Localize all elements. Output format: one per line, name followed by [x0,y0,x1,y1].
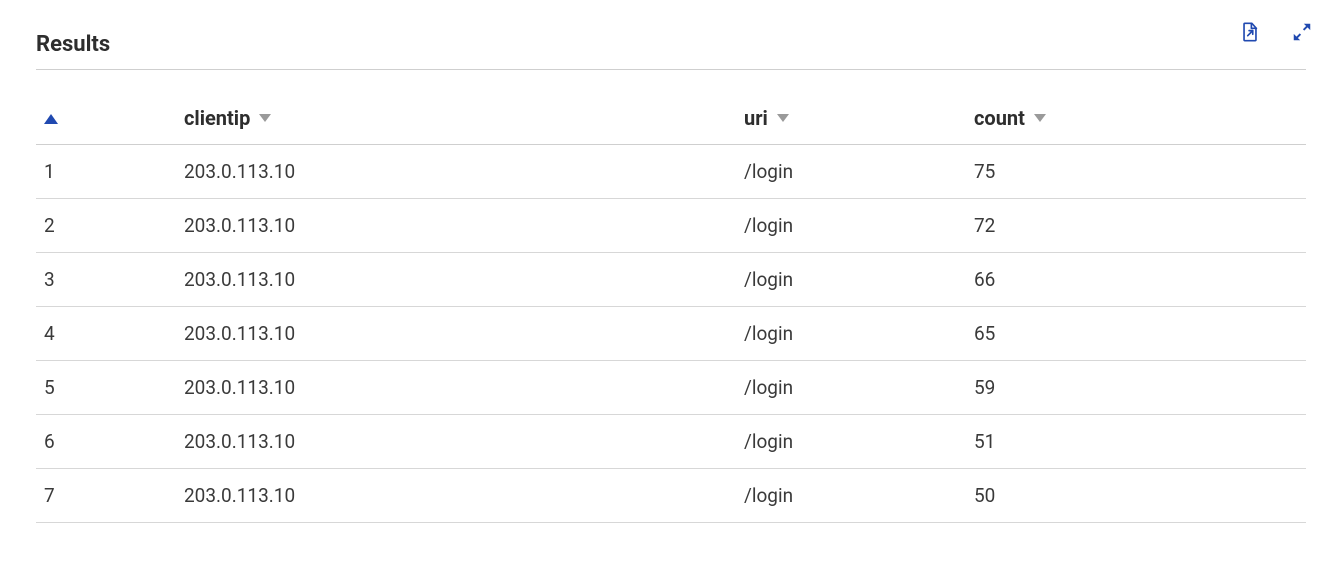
column-header-count[interactable]: count [966,94,1306,144]
column-label: clientip [184,106,250,130]
cell-clientip: 203.0.113.10 [176,360,736,414]
cell-index: 7 [36,468,176,522]
cell-clientip: 203.0.113.10 [176,468,736,522]
cell-index: 4 [36,306,176,360]
column-header-clientip[interactable]: clientip [176,94,736,144]
column-label: uri [744,106,768,130]
table-row[interactable]: 5203.0.113.10/login59 [36,360,1306,414]
cell-uri: /login [736,252,966,306]
cell-count: 72 [966,198,1306,252]
sort-dropdown-icon [259,114,271,122]
cell-clientip: 203.0.113.10 [176,144,736,198]
sort-dropdown-icon [777,114,789,122]
cell-count: 59 [966,360,1306,414]
column-header-index[interactable] [36,94,176,144]
cell-index: 5 [36,360,176,414]
cell-index: 3 [36,252,176,306]
cell-uri: /login [736,144,966,198]
cell-uri: /login [736,468,966,522]
sort-dropdown-icon [1034,114,1046,122]
cell-index: 2 [36,198,176,252]
cell-index: 1 [36,144,176,198]
table-row[interactable]: 1203.0.113.10/login75 [36,144,1306,198]
column-header-uri[interactable]: uri [736,94,966,144]
results-title: Results [36,32,110,57]
cell-uri: /login [736,198,966,252]
export-icon[interactable] [1238,20,1262,44]
column-label: count [974,106,1025,130]
cell-clientip: 203.0.113.10 [176,414,736,468]
expand-icon[interactable] [1290,20,1314,44]
results-table: clientip uri count 1203.0.113.10/login75… [36,94,1306,523]
cell-count: 51 [966,414,1306,468]
cell-clientip: 203.0.113.10 [176,306,736,360]
cell-clientip: 203.0.113.10 [176,252,736,306]
cell-clientip: 203.0.113.10 [176,198,736,252]
table-row[interactable]: 4203.0.113.10/login65 [36,306,1306,360]
table-row[interactable]: 7203.0.113.10/login50 [36,468,1306,522]
cell-uri: /login [736,360,966,414]
cell-count: 50 [966,468,1306,522]
table-row[interactable]: 6203.0.113.10/login51 [36,414,1306,468]
table-row[interactable]: 2203.0.113.10/login72 [36,198,1306,252]
cell-uri: /login [736,414,966,468]
cell-index: 6 [36,414,176,468]
cell-uri: /login [736,306,966,360]
cell-count: 65 [966,306,1306,360]
cell-count: 66 [966,252,1306,306]
sort-ascending-icon [44,114,58,124]
table-row[interactable]: 3203.0.113.10/login66 [36,252,1306,306]
cell-count: 75 [966,144,1306,198]
